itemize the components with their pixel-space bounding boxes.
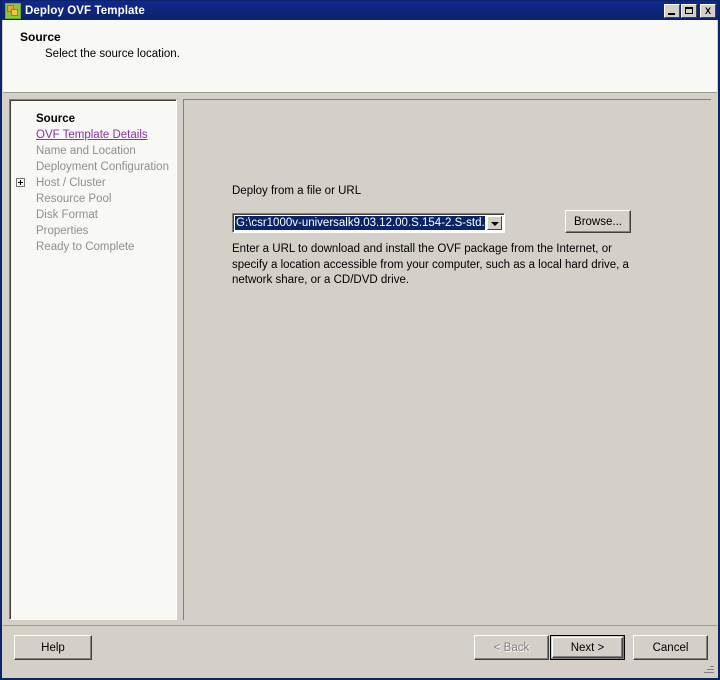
sidebar-item-resource-pool: Resource Pool: [10, 191, 176, 207]
source-input[interactable]: G:\csr1000v-universalk9.03.12.00.S.154-2…: [235, 216, 485, 230]
expand-plus-icon[interactable]: [16, 178, 25, 187]
sidebar-item-ovf-template-details[interactable]: OVF Template Details: [10, 127, 176, 143]
next-button[interactable]: Next >: [550, 635, 625, 660]
window-title: Deploy OVF Template: [25, 4, 145, 17]
wizard-step-list: Source OVF Template Details Name and Loc…: [9, 99, 177, 620]
browse-button-label: Browse...: [574, 215, 622, 228]
sidebar-item-name-and-location: Name and Location: [10, 143, 176, 159]
source-field-label: Deploy from a file or URL: [232, 185, 362, 197]
ovf-template-icon: [5, 2, 21, 19]
sidebar-item-source[interactable]: Source: [10, 111, 176, 127]
sidebar-item-label: Disk Format: [36, 209, 98, 221]
deploy-ovf-template-window: Deploy OVF Template X Source Select the …: [0, 0, 720, 680]
help-button-label: Help: [41, 641, 65, 654]
browse-button[interactable]: Browse...: [565, 210, 631, 233]
wizard-content-panel: Deploy from a file or URL G:\csr1000v-un…: [183, 99, 711, 620]
page-title: Source: [20, 30, 61, 44]
close-icon: X: [704, 5, 711, 16]
page-subtitle: Select the source location.: [45, 48, 180, 60]
title-bar[interactable]: Deploy OVF Template X: [2, 1, 718, 20]
chevron-down-icon[interactable]: [487, 216, 502, 230]
close-button[interactable]: X: [700, 3, 716, 18]
cancel-button-label: Cancel: [652, 641, 689, 654]
sidebar-item-properties: Properties: [10, 223, 176, 239]
help-button[interactable]: Help: [14, 635, 92, 660]
back-button-label: < Back: [493, 641, 530, 654]
sidebar-item-label: Source: [36, 113, 75, 125]
sidebar-item-host-cluster: Host / Cluster: [10, 175, 176, 191]
cancel-button[interactable]: Cancel: [633, 635, 708, 660]
sidebar-item-label: Properties: [36, 225, 89, 237]
source-combobox[interactable]: G:\csr1000v-universalk9.03.12.00.S.154-2…: [232, 213, 505, 233]
sidebar-item-disk-format: Disk Format: [10, 207, 176, 223]
minimize-button[interactable]: [664, 3, 680, 18]
sidebar-item-label: Ready to Complete: [36, 241, 135, 253]
maximize-button[interactable]: [681, 3, 697, 18]
sidebar-item-label: Deployment Configuration: [36, 161, 169, 173]
source-help-text: Enter a URL to download and install the …: [232, 243, 629, 286]
resize-grip[interactable]: [703, 664, 715, 676]
wizard-footer: Help < Back Next > Cancel: [3, 625, 717, 678]
wizard-header: Source Select the source location.: [3, 20, 717, 93]
back-button: < Back: [474, 635, 549, 660]
sidebar-item-label: Resource Pool: [36, 193, 112, 205]
sidebar-item-label: OVF Template Details: [36, 129, 148, 141]
sidebar-item-label: Name and Location: [36, 145, 136, 157]
wizard-body: Source OVF Template Details Name and Loc…: [3, 94, 717, 625]
sidebar-item-deployment-configuration: Deployment Configuration: [10, 159, 176, 175]
next-button-label: Next >: [570, 641, 605, 654]
sidebar-item-label: Host / Cluster: [36, 177, 106, 189]
sidebar-item-ready-to-complete: Ready to Complete: [10, 239, 176, 255]
